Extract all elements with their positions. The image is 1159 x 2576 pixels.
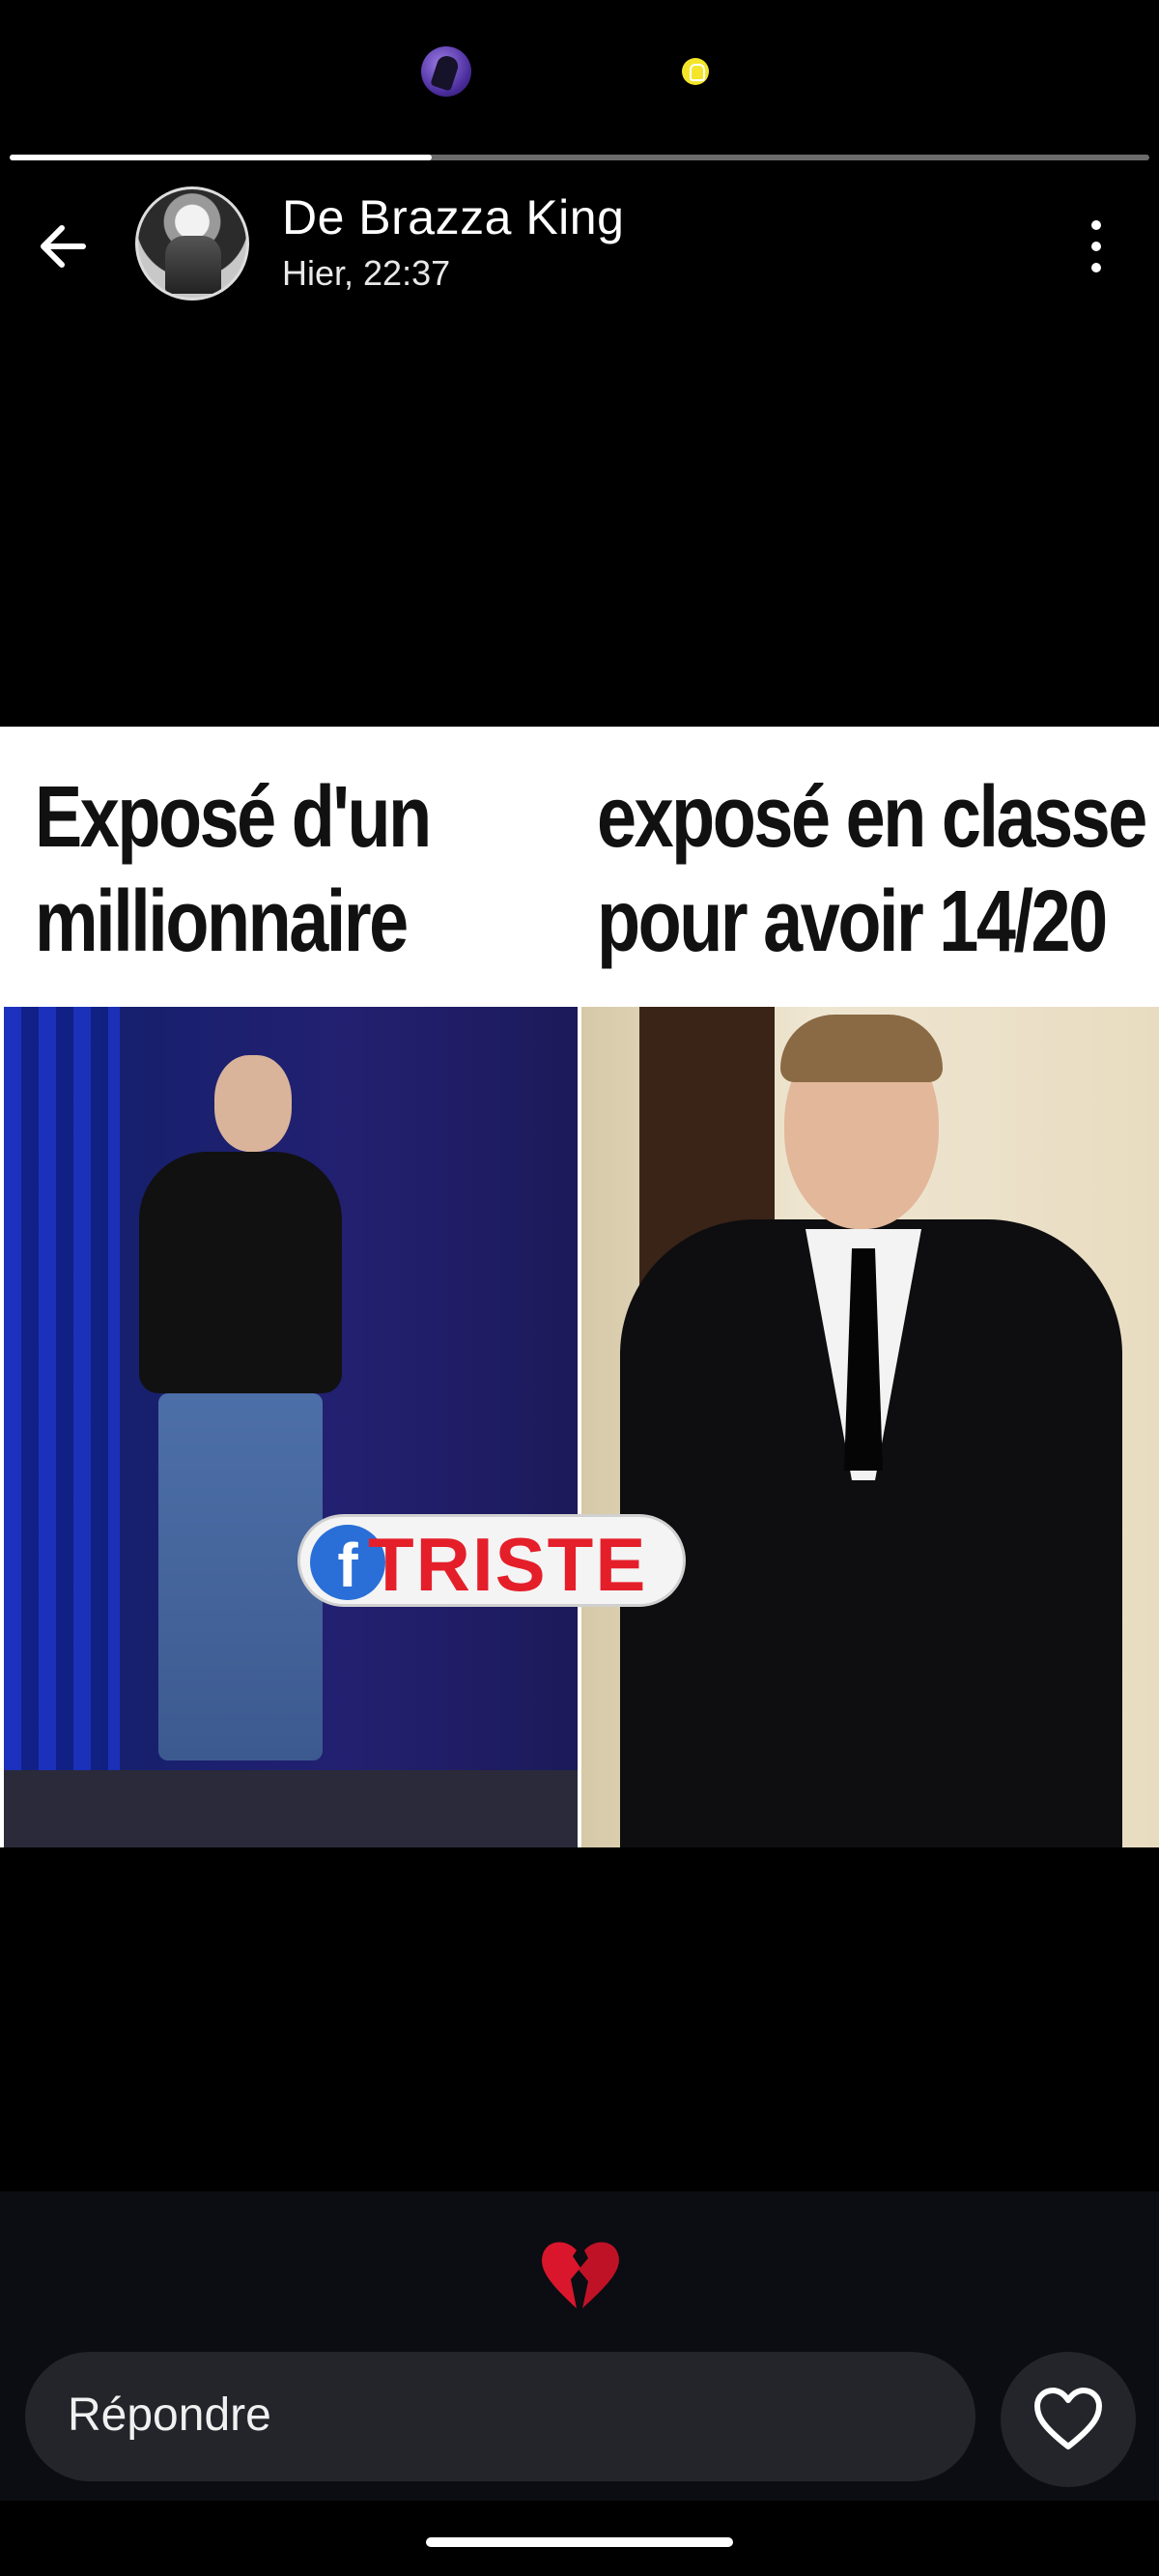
watermark-text: TRISTE: [368, 1522, 648, 1607]
story-progress-bar: [10, 155, 1149, 160]
more-options-button[interactable]: [1072, 213, 1120, 280]
status-bar: [0, 0, 1159, 145]
app-notification-icon: [421, 46, 471, 97]
story-progress-fill: [10, 155, 432, 160]
like-button[interactable]: [1001, 2352, 1136, 2487]
caption-left: Exposé d'un millionnaire: [35, 769, 432, 970]
contact-name[interactable]: De Brazza King: [282, 189, 624, 245]
heart-outline-icon: [1034, 2388, 1102, 2449]
reply-placeholder: Répondre: [68, 2390, 271, 2441]
broken-heart-icon: [541, 2242, 619, 2308]
reply-input[interactable]: Répondre: [25, 2352, 975, 2481]
photo-left: [4, 1007, 578, 1847]
photo-right: [581, 1007, 1159, 1847]
home-indicator[interactable]: [426, 2537, 733, 2547]
arrow-left-icon: [41, 225, 86, 268]
watermark: f TRISTE: [297, 1514, 686, 1607]
story-image: Exposé d'un millionnaire exposé en class…: [0, 727, 1159, 1847]
caption-right: exposé en classe pour avoir 14/20: [597, 769, 1147, 970]
back-button[interactable]: [33, 213, 100, 280]
story-header: De Brazza King Hier, 22:37: [0, 174, 1159, 309]
snapchat-notification-icon: [682, 58, 709, 85]
story-timestamp: Hier, 22:37: [282, 253, 451, 293]
avatar[interactable]: [135, 186, 249, 301]
